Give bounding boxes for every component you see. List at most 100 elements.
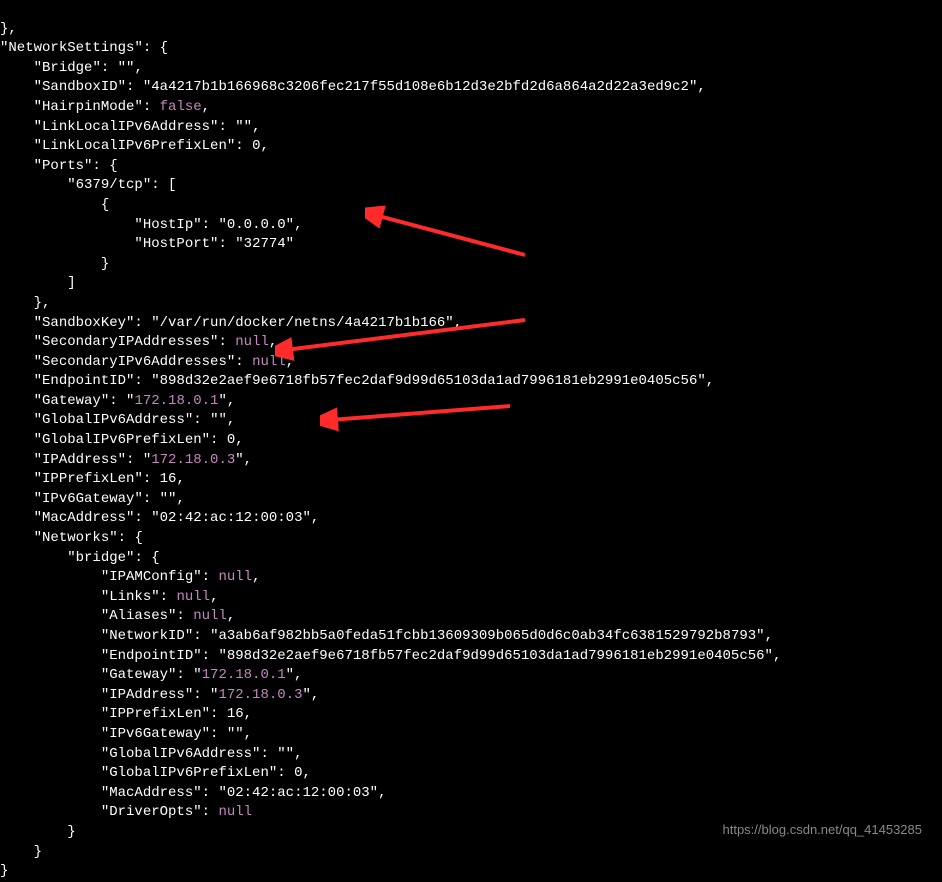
code-line: "Aliases": null, — [0, 608, 235, 624]
code-line: "bridge": { — [0, 550, 160, 566]
code-line: "GlobalIPv6PrefixLen": 0, — [0, 432, 244, 448]
val-net-gateway: 172.18.0.1 — [202, 667, 286, 683]
key-bridge-net: bridge — [76, 550, 126, 566]
code-line: { — [0, 197, 109, 213]
code-line: "Ports": { — [0, 158, 118, 174]
val-ipaddress: 172.18.0.3 — [151, 452, 235, 468]
val-net-ipv6gateway: "" — [227, 726, 244, 742]
key-sandboxkey: SandboxKey — [42, 315, 126, 331]
key-hostport: HostPort — [143, 236, 210, 252]
code-line: } — [0, 863, 8, 879]
val-net-globalipv6prefix: 0 — [294, 765, 302, 781]
key-secondaryip: SecondaryIPAddresses — [42, 334, 210, 350]
key-sandboxid: SandboxID — [42, 79, 118, 95]
code-line: "Links": null, — [0, 589, 218, 605]
val-secondaryip: null — [235, 334, 269, 350]
code-line: "LinkLocalIPv6Address": "", — [0, 119, 260, 135]
key-gateway: Gateway — [42, 393, 101, 409]
val-ipprefixlen: 16 — [160, 471, 177, 487]
code-line: "GlobalIPv6PrefixLen": 0, — [0, 765, 311, 781]
key-hairpin: HairpinMode — [42, 99, 134, 115]
code-line: } — [0, 824, 76, 840]
val-ipamconfig: null — [218, 569, 252, 585]
key-linklocalprefix: LinkLocalIPv6PrefixLen — [42, 138, 227, 154]
val-sandboxkey: "/var/run/docker/netns/4a4217b1b166" — [151, 315, 453, 331]
code-line: "MacAddress": "02:42:ac:12:00:03", — [0, 510, 319, 526]
code-line: "SecondaryIPv6Addresses": null, — [0, 354, 294, 370]
watermark-text: https://blog.csdn.net/qq_41453285 — [723, 821, 923, 839]
code-line: "EndpointID": "898d32e2aef9e6718fb57fec2… — [0, 648, 781, 664]
code-line: "Networks": { — [0, 530, 143, 546]
key-net-gateway: Gateway — [109, 667, 168, 683]
key-hostip: HostIp — [143, 217, 193, 233]
code-line: "SecondaryIPAddresses": null, — [0, 334, 277, 350]
code-line: "GlobalIPv6Address": "", — [0, 746, 302, 762]
code-line: "HostPort": "32774" — [0, 236, 294, 252]
code-line: "IPPrefixLen": 16, — [0, 706, 252, 722]
key-networkid: NetworkID — [109, 628, 185, 644]
key-secondaryipv6: SecondaryIPv6Addresses — [42, 354, 227, 370]
val-hairpin: false — [160, 99, 202, 115]
key-globalipv6prefix: GlobalIPv6PrefixLen — [42, 432, 202, 448]
val-bridge: "" — [118, 60, 135, 76]
code-line: "HairpinMode": false, — [0, 99, 210, 115]
val-networkid: "a3ab6af982bb5a0feda51fcbb13609309b065d0… — [210, 628, 765, 644]
val-hostip: "0.0.0.0" — [218, 217, 294, 233]
key-bridge: Bridge — [42, 60, 92, 76]
key-aliases: Aliases — [109, 608, 168, 624]
key-macaddress: MacAddress — [42, 510, 126, 526]
code-line: "IPAddress": "172.18.0.3", — [0, 687, 319, 703]
key-networks: Networks — [42, 530, 109, 546]
val-hostport: "32774" — [235, 236, 294, 252]
key-ipaddress: IPAddress — [42, 452, 118, 468]
code-line: "NetworkID": "a3ab6af982bb5a0feda51fcbb1… — [0, 628, 773, 644]
key-net-ipaddress: IPAddress — [109, 687, 185, 703]
val-globalipv6addr: "" — [210, 412, 227, 428]
code-line: "IPAMConfig": null, — [0, 569, 260, 585]
key-links: Links — [109, 589, 151, 605]
val-net-ipaddress: 172.18.0.3 — [218, 687, 302, 703]
key-networksettings: NetworkSettings — [8, 40, 134, 56]
val-links: null — [176, 589, 210, 605]
val-driveropts: null — [218, 804, 252, 820]
val-net-endpointid: "898d32e2aef9e6718fb57fec2daf9d99d65103d… — [218, 648, 773, 664]
code-line: "NetworkSettings": { — [0, 40, 168, 56]
key-ipv6gateway: IPv6Gateway — [42, 491, 134, 507]
key-ipprefixlen: IPPrefixLen — [42, 471, 134, 487]
key-port-proto: 6379/tcp — [76, 177, 143, 193]
val-aliases: null — [193, 608, 227, 624]
code-line: "Gateway": "172.18.0.1", — [0, 393, 235, 409]
key-net-ipprefixlen: IPPrefixLen — [109, 706, 201, 722]
code-line: "SandboxID": "4a4217b1b166968c3206fec217… — [0, 79, 706, 95]
val-linklocal: "" — [235, 119, 252, 135]
code-line: "SandboxKey": "/var/run/docker/netns/4a4… — [0, 315, 462, 331]
code-line: "LinkLocalIPv6PrefixLen": 0, — [0, 138, 269, 154]
val-net-macaddress: "02:42:ac:12:00:03" — [218, 785, 378, 801]
val-macaddress: "02:42:ac:12:00:03" — [151, 510, 311, 526]
val-linklocalprefix: 0 — [252, 138, 260, 154]
val-globalipv6prefix: 0 — [227, 432, 235, 448]
val-secondaryipv6: null — [252, 354, 286, 370]
code-line: ] — [0, 275, 76, 291]
code-line: "Gateway": "172.18.0.1", — [0, 667, 302, 683]
key-ports: Ports — [42, 158, 84, 174]
key-globalipv6addr: GlobalIPv6Address — [42, 412, 185, 428]
code-line: }, — [0, 21, 17, 37]
key-endpointid: EndpointID — [42, 373, 126, 389]
code-line: "DriverOpts": null — [0, 804, 252, 820]
code-line: "IPPrefixLen": 16, — [0, 471, 185, 487]
key-driveropts: DriverOpts — [109, 804, 193, 820]
code-line: "EndpointID": "898d32e2aef9e6718fb57fec2… — [0, 373, 714, 389]
key-ipamconfig: IPAMConfig — [109, 569, 193, 585]
key-net-globalipv6addr: GlobalIPv6Address — [109, 746, 252, 762]
val-sandboxid: "4a4217b1b166968c3206fec217f55d108e6b12d… — [143, 79, 698, 95]
code-line: } — [0, 844, 42, 860]
val-ipv6gateway: "" — [160, 491, 177, 507]
code-line: }, — [0, 295, 50, 311]
code-line: "MacAddress": "02:42:ac:12:00:03", — [0, 785, 387, 801]
key-net-globalipv6prefix: GlobalIPv6PrefixLen — [109, 765, 269, 781]
code-line: "GlobalIPv6Address": "", — [0, 412, 235, 428]
key-linklocal: LinkLocalIPv6Address — [42, 119, 210, 135]
key-net-endpointid: EndpointID — [109, 648, 193, 664]
val-gateway: 172.18.0.1 — [134, 393, 218, 409]
